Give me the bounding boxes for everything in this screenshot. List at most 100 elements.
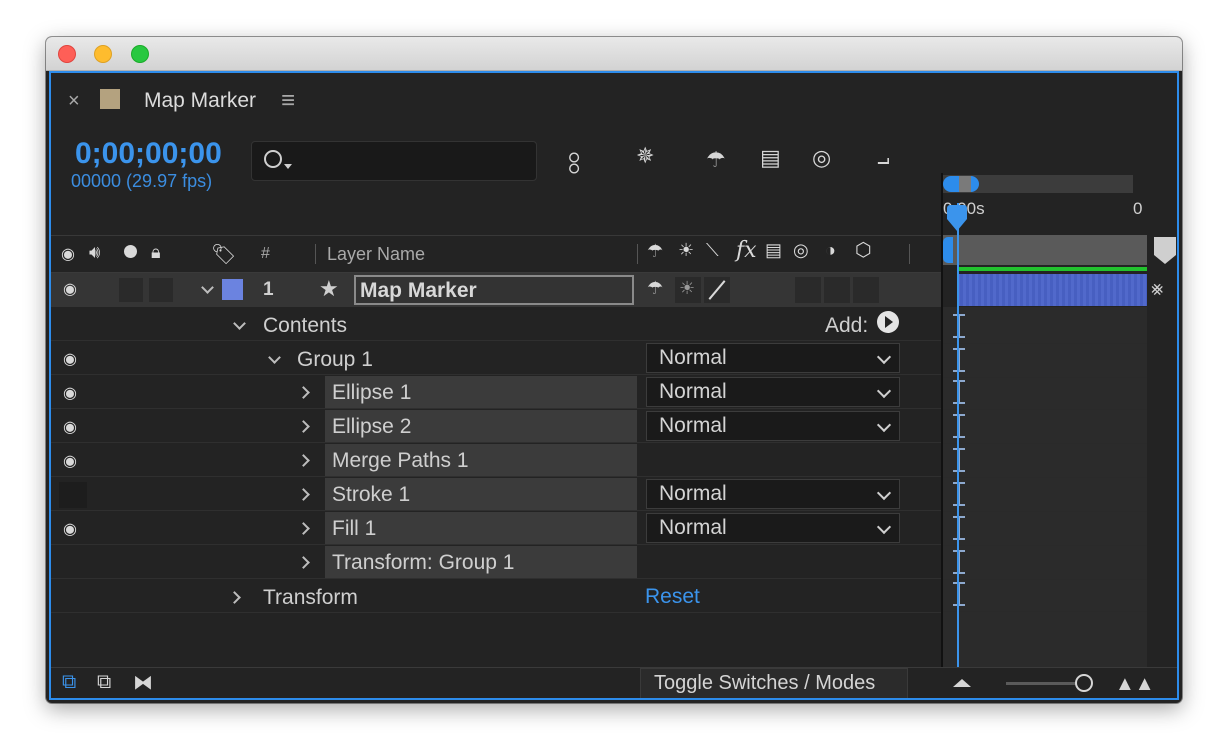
toggle-switches-modes-button[interactable]: Toggle Switches / Modes [640,668,908,698]
collapse-switch-header-icon[interactable]: ☀ [678,240,694,261]
close-tab-icon[interactable]: × [68,90,80,113]
draft-3d-icon[interactable]: ✵ [636,143,654,169]
item-visibility-eye-icon[interactable]: ◉ [63,519,77,539]
video-switch-header-icon[interactable]: ◉ [61,244,75,264]
navigator-end-handle[interactable] [971,176,979,192]
zoom-slider-track[interactable] [1006,682,1086,685]
item-visibility-eye-icon[interactable]: ◉ [63,451,77,471]
layer-name-header[interactable]: Layer Name [327,244,425,265]
shy-layers-icon[interactable]: ☂ [706,147,726,173]
composition-flowchart-icon[interactable]: ⯼ [568,147,580,185]
group-visibility-eye-icon[interactable]: ◉ [63,349,77,369]
shy-switch-header-icon[interactable]: ☂ [647,241,663,262]
solo-header-icon[interactable] [124,245,137,258]
zoom-slider-thumb[interactable] [1075,674,1093,692]
layer-expand-chevron-icon[interactable] [201,281,214,294]
item-visibility-eye-icon[interactable]: ◉ [63,417,77,437]
item-expand-chevron-icon[interactable] [297,386,310,399]
current-time-indicator[interactable] [947,205,967,219]
transform-expand-chevron-icon[interactable] [228,591,241,604]
keyframe-range-marker[interactable] [952,481,966,507]
zoom-in-mountain-icon[interactable]: ▲▲ [1115,673,1155,696]
list-item[interactable]: Ellipse 1 [325,376,637,408]
item-blend-mode-select[interactable]: Normal [646,377,900,407]
work-area-bar[interactable] [943,235,1147,265]
layer-visibility-eye-icon[interactable]: ◉ [63,279,77,299]
item-expand-chevron-icon[interactable] [297,454,310,467]
item-expand-chevron-icon[interactable] [297,420,310,433]
layer-switches-pane-icon[interactable]: ⧉ [62,671,76,694]
effects-switch-header-icon[interactable]: fx [736,238,757,263]
navigator-start-handle[interactable] [943,176,959,192]
frame-blending-icon[interactable]: ▤ [760,145,781,171]
layer-label-swatch[interactable] [222,279,243,300]
list-item[interactable]: Stroke 1 [325,478,637,510]
motion-blur-switch-header-icon[interactable]: ◎ [793,240,809,261]
layer-row[interactable]: ◉ 1 ★ Map Marker ☂ ☀ [51,273,941,307]
transform-reset-link[interactable]: Reset [645,585,700,609]
panel-title[interactable]: Map Marker [144,89,256,113]
comp-marker-bin-icon[interactable] [1154,237,1176,255]
keyframe-range-marker[interactable] [952,515,966,541]
close-window-button[interactable] [58,45,76,63]
in-out-pane-icon[interactable]: ⧓ [133,670,153,695]
layer-adjustment-switch[interactable] [824,277,850,303]
current-time-display[interactable]: 0;00;00;00 [75,137,222,171]
item-blend-mode-select[interactable]: Normal [646,411,900,441]
audio-switch-header-icon[interactable]: 🔊︎ [89,242,100,263]
list-item[interactable]: Merge Paths 1 [325,444,637,476]
keyframe-range-marker[interactable] [952,313,966,339]
transfer-controls-pane-icon[interactable]: ⧉ [97,671,111,694]
3d-switch-header-icon[interactable]: ⬡ [855,239,872,262]
group-label[interactable]: Group 1 [297,348,373,372]
layer-quality-switch[interactable] [704,277,730,303]
item-expand-chevron-icon[interactable] [297,488,310,501]
zoom-out-mountain-icon[interactable] [953,679,971,687]
motion-blur-icon[interactable]: ◎ [812,145,831,171]
keyframe-range-marker[interactable] [952,413,966,439]
list-item[interactable]: Fill 1 [325,512,637,544]
lock-switch-box[interactable] [149,278,173,302]
navigator-range[interactable] [959,176,971,192]
work-area-start-handle[interactable] [943,237,953,263]
item-expand-chevron-icon[interactable] [297,556,310,569]
item-blend-mode-select[interactable]: Normal [646,479,900,509]
quality-switch-header-icon[interactable]: ⟍ [706,240,719,261]
item-blend-mode-select[interactable]: Normal [646,513,900,543]
add-label[interactable]: Add: [825,314,868,338]
add-menu-play-icon[interactable] [877,311,899,333]
group-blend-mode-select[interactable]: Normal [646,343,900,373]
layer-name-field[interactable]: Map Marker [354,275,634,305]
item-expand-chevron-icon[interactable] [297,522,310,535]
keyframe-range-marker[interactable] [952,581,966,607]
layer-search-field[interactable] [251,141,537,181]
graph-editor-icon[interactable]: ⨼ [877,145,890,171]
layer-shy-switch-icon[interactable]: ☂ [647,278,663,299]
keyframe-range-marker[interactable] [952,447,966,473]
label-header-icon[interactable]: 🏷︎ [211,242,236,267]
panel-menu-icon[interactable]: ≡ [281,87,295,115]
layer-3d-switch[interactable] [853,277,879,303]
minimize-window-button[interactable] [94,45,112,63]
item-visibility-box[interactable] [59,482,87,508]
keyframe-range-marker[interactable] [952,347,966,373]
layer-motion-blur-switch[interactable] [795,277,821,303]
group-expand-chevron-icon[interactable] [268,351,281,364]
keyframe-range-marker[interactable] [952,379,966,405]
search-input[interactable] [296,148,530,176]
list-item[interactable]: Ellipse 2 [325,410,637,442]
time-navigator-track[interactable] [943,175,1133,193]
zoom-window-button[interactable] [131,45,149,63]
adjustment-switch-header-icon[interactable]: ◑ [825,240,836,261]
timeline-layer-switch-icon[interactable]: ⨳ [1151,278,1163,301]
item-visibility-eye-icon[interactable]: ◉ [63,383,77,403]
layer-collapse-switch[interactable]: ☀ [675,277,701,303]
list-item[interactable]: Transform: Group 1 [325,546,637,578]
frame-blend-switch-header-icon[interactable]: ▤ [765,240,782,261]
keyframe-range-marker[interactable] [952,549,966,575]
contents-expand-chevron-icon[interactable] [233,317,246,330]
audio-switch-box[interactable] [119,278,143,302]
lock-header-icon[interactable]: 🔒︎ [151,242,161,263]
layer-duration-bar[interactable] [957,274,1147,306]
contents-label[interactable]: Contents [263,314,347,338]
